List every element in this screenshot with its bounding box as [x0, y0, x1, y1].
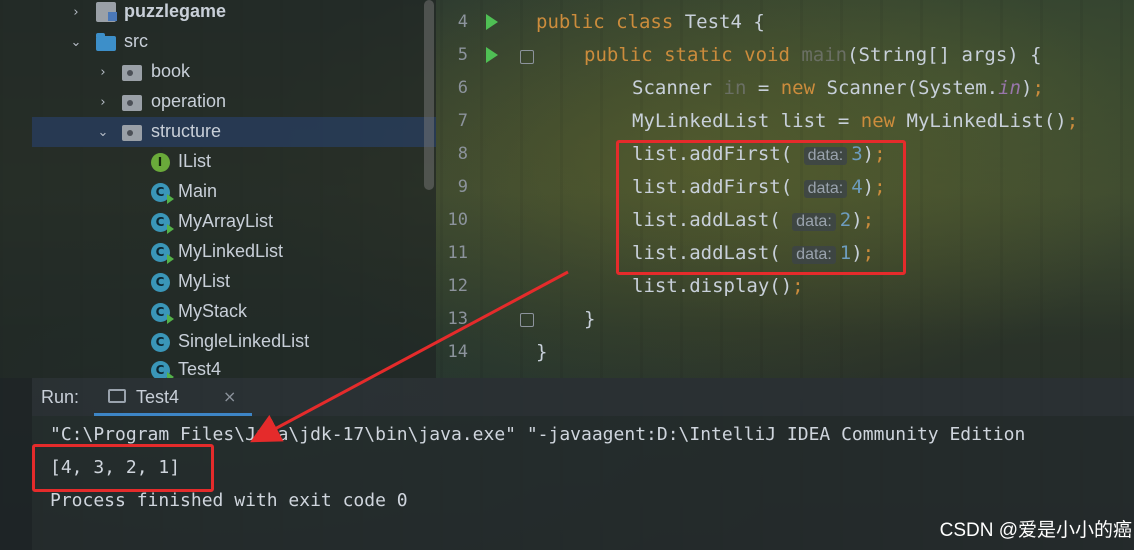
line-number: 14 — [447, 342, 468, 362]
tab-label: Test4 — [136, 387, 180, 407]
line-number: 10 — [447, 210, 468, 230]
tree-item-structure[interactable]: ⌄ structure — [32, 117, 436, 147]
code-line-13: } — [584, 308, 596, 330]
console-line-command: "C:\Program Files\Java\jdk-17\bin\java.e… — [50, 424, 1026, 445]
chevron-down-icon[interactable]: ⌄ — [96, 125, 110, 140]
parameter-hint: data: — [803, 180, 848, 198]
run-main-icon[interactable] — [486, 47, 498, 63]
code-line-9: list.addFirst( data: 4); — [632, 176, 886, 198]
parameter-hint: data: — [803, 147, 848, 165]
runnable-class-icon: C — [150, 360, 174, 378]
console-icon — [108, 389, 126, 403]
tree-item-main[interactable]: C Main — [0, 177, 436, 207]
code-line-5: public static void main(String[] args) { — [584, 44, 1042, 66]
project-tree: › puzzlegame ⌄ src › book › operation ⌄ … — [0, 0, 436, 378]
line-number: 4 — [457, 12, 468, 32]
tree-item-singlelinkedlist[interactable]: C SingleLinkedList — [0, 327, 436, 357]
tree-item-book[interactable]: › book — [0, 57, 436, 87]
run-panel-header: Run: Test4 × — [32, 378, 1134, 416]
tree-item-label: IList — [178, 151, 212, 171]
tree-item-label: puzzlegame — [124, 1, 227, 21]
line-number: 11 — [447, 243, 468, 263]
line-number: 13 — [447, 309, 468, 329]
tree-item-label: operation — [151, 91, 227, 111]
tree-item-label: book — [151, 61, 191, 81]
code-line-14: } — [536, 341, 548, 363]
console-line-exit: Process finished with exit code 0 — [50, 490, 408, 511]
code-line-10: list.addLast( data: 2); — [632, 209, 875, 231]
folder-icon — [96, 32, 116, 52]
tree-item-label: MyLinkedList — [178, 241, 284, 261]
package-icon — [122, 94, 142, 112]
tree-item-mylist[interactable]: C MyList — [0, 267, 436, 297]
code-line-7: MyLinkedList list = new MyLinkedList(); — [632, 110, 1079, 132]
tree-item-label: src — [124, 31, 148, 51]
line-number: 6 — [457, 78, 468, 98]
tree-item-label: structure — [151, 121, 222, 141]
run-label: Run: — [41, 387, 80, 407]
code-line-6: Scanner in = new Scanner(System.in); — [632, 77, 1044, 99]
class-icon: C — [150, 242, 174, 264]
chevron-right-icon[interactable]: › — [96, 65, 110, 80]
code-line-12: list.display(); — [632, 275, 804, 297]
fold-icon[interactable] — [520, 313, 534, 327]
chevron-right-icon[interactable]: › — [69, 5, 83, 20]
runnable-class-icon: C — [150, 302, 174, 324]
interface-icon: I — [150, 152, 170, 172]
tree-item-test4[interactable]: C Test4 — [0, 355, 436, 378]
watermark: CSDN @爱是小小的癌 — [939, 520, 1132, 541]
class-icon: C — [150, 212, 174, 234]
fold-icon[interactable] — [520, 50, 534, 64]
tree-scrollbar[interactable] — [424, 0, 434, 190]
code-line-11: list.addLast( data: 1); — [632, 242, 875, 264]
line-number: 12 — [447, 276, 468, 296]
tree-item-mylinkedlist[interactable]: C MyLinkedList — [0, 237, 436, 267]
class-icon: C — [150, 332, 170, 352]
tree-item-label: Test4 — [178, 359, 222, 378]
tree-item-label: MyStack — [178, 301, 248, 321]
run-class-icon[interactable] — [486, 14, 498, 30]
line-number: 9 — [457, 177, 468, 197]
class-icon: C — [150, 272, 170, 292]
module-icon — [96, 2, 117, 22]
tree-item-operation[interactable]: › operation — [0, 87, 436, 117]
parameter-hint: data: — [792, 246, 836, 264]
console-line-output: [4, 3, 2, 1] — [50, 457, 181, 478]
code-line-4: public class Test4 { — [536, 11, 765, 33]
tree-item-label: MyArrayList — [178, 211, 274, 231]
package-icon — [122, 64, 142, 82]
editor-gutter: 4 5 6 7 8 9 10 11 12 13 14 — [436, 0, 554, 378]
runnable-class-icon: C — [150, 182, 174, 204]
parameter-hint: data: — [792, 213, 836, 231]
tree-item-puzzlegame[interactable]: › puzzlegame — [0, 0, 436, 27]
line-number: 8 — [457, 144, 468, 164]
chevron-down-icon[interactable]: ⌄ — [69, 35, 83, 50]
tree-item-src[interactable]: ⌄ src — [0, 27, 436, 57]
package-icon — [122, 124, 142, 142]
tree-item-myarraylist[interactable]: C MyArrayList — [0, 207, 436, 237]
code-line-8: list.addFirst( data: 3); — [632, 143, 886, 165]
tab-test4[interactable]: Test4 × — [94, 378, 252, 416]
tree-item-ilist[interactable]: I IList — [0, 147, 436, 177]
tree-item-mystack[interactable]: C MyStack — [0, 297, 436, 327]
tool-window-strip — [0, 378, 32, 550]
chevron-right-icon[interactable]: › — [96, 95, 110, 110]
close-icon[interactable]: × — [223, 387, 236, 406]
tree-item-label: SingleLinkedList — [178, 331, 310, 351]
tree-item-label: MyList — [178, 271, 231, 291]
line-number: 7 — [457, 111, 468, 131]
line-number: 5 — [457, 45, 468, 65]
tree-item-label: Main — [178, 181, 218, 201]
